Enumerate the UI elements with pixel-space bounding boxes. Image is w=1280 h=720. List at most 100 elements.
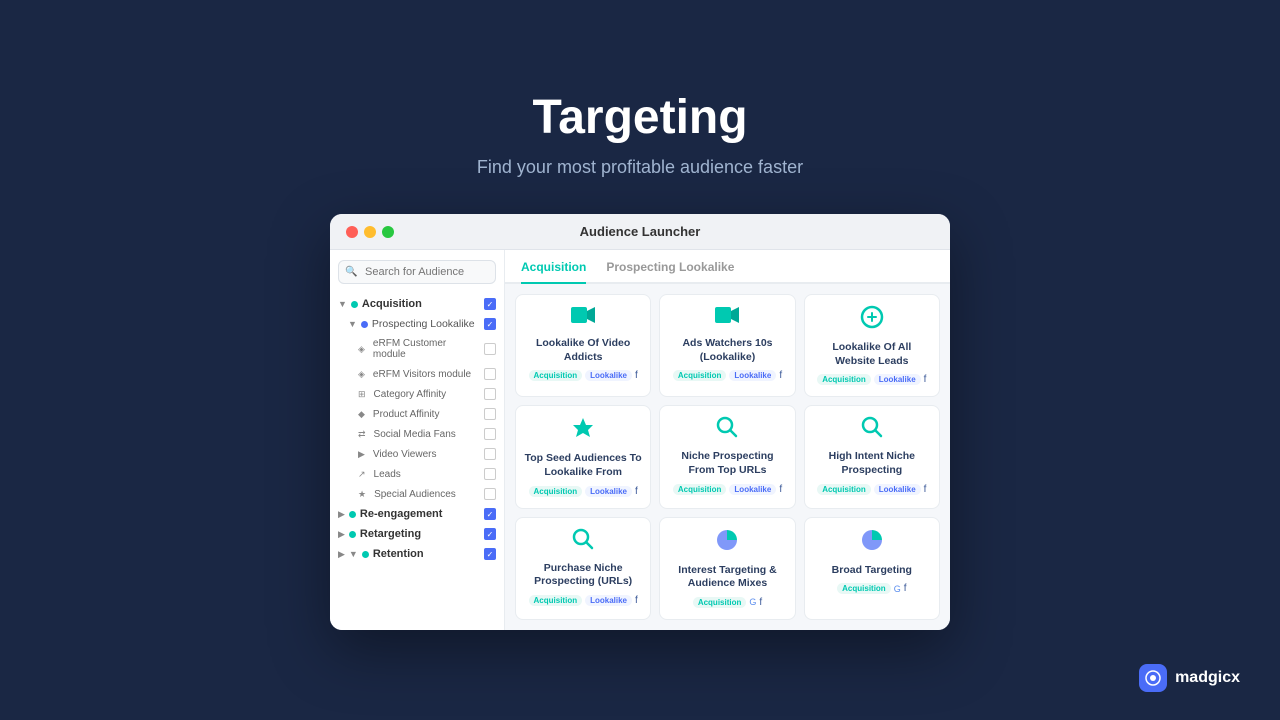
card-lookalike-video[interactable]: Lookalike Of Video Addicts Acquisition L… — [515, 294, 651, 397]
checkbox[interactable]: ✓ — [484, 548, 496, 560]
chevron-down-icon: ▼ — [349, 549, 358, 559]
dot-icon — [349, 511, 356, 518]
card-tags: Acquisition Lookalike f — [529, 595, 638, 606]
card-purchase-niche[interactable]: Purchase Niche Prospecting (URLs) Acquis… — [515, 517, 651, 620]
card-interest-targeting[interactable]: Interest Targeting & Audience Mixes Acqu… — [659, 517, 795, 620]
tab-prospecting-lookalike[interactable]: Prospecting Lookalike — [606, 260, 734, 282]
facebook-icon: f — [904, 583, 907, 594]
tag-acquisition: Acquisition — [673, 370, 727, 381]
card-tags: Acquisition Lookalike f — [529, 486, 638, 497]
search-icon: 🔍 — [345, 267, 357, 278]
category-icon: ⊞ — [358, 389, 366, 400]
cards-grid: Lookalike Of Video Addicts Acquisition L… — [505, 284, 950, 630]
checkbox[interactable] — [484, 468, 496, 480]
tag-lookalike: Lookalike — [585, 595, 632, 606]
maximize-button[interactable] — [382, 226, 394, 238]
madgicx-wordmark: madgicx — [1175, 669, 1240, 687]
card-high-intent[interactable]: High Intent Niche Prospecting Acquisitio… — [804, 405, 940, 508]
card-lookalike-leads[interactable]: Lookalike Of All Website Leads Acquisiti… — [804, 294, 940, 397]
facebook-icon: f — [924, 484, 927, 495]
checkbox[interactable] — [484, 448, 496, 460]
video-icon — [571, 305, 595, 331]
sidebar-item-leads[interactable]: ↗ Leads — [330, 464, 504, 484]
dot-icon — [362, 551, 369, 558]
card-title: Niche Prospecting From Top URLs — [668, 450, 786, 477]
sidebar-label: Video Viewers — [369, 449, 480, 460]
card-title: Broad Targeting — [832, 564, 912, 578]
sidebar-item-erfm-visitors[interactable]: ◈ eRFM Visitors module — [330, 364, 504, 384]
sidebar-label: Retargeting — [360, 528, 480, 540]
sidebar-item-acquisition[interactable]: ▼ Acquisition ✓ — [330, 294, 504, 314]
search-box[interactable]: 🔍 — [338, 260, 496, 284]
leads-icon: ↗ — [358, 469, 366, 480]
sidebar-item-video-viewers[interactable]: ▶ Video Viewers — [330, 444, 504, 464]
card-broad-targeting[interactable]: Broad Targeting Acquisition G f — [804, 517, 940, 620]
checkbox[interactable]: ✓ — [484, 508, 496, 520]
sidebar-item-social-media-fans[interactable]: ⇄ Social Media Fans — [330, 424, 504, 444]
card-tags: Acquisition G f — [693, 597, 762, 608]
sidebar-item-reengagement[interactable]: ▶ Re-engagement ✓ — [330, 504, 504, 524]
main-content: Acquisition Prospecting Lookalike Lookal… — [505, 250, 950, 630]
app-window: Audience Launcher 🔍 ▼ Acquisition ✓ ▼ Pr… — [330, 214, 950, 630]
facebook-icon: f — [924, 374, 927, 385]
close-button[interactable] — [346, 226, 358, 238]
sidebar-item-retargeting[interactable]: ▶ Retargeting ✓ — [330, 524, 504, 544]
checkbox[interactable] — [484, 428, 496, 440]
sidebar-item-special-audiences[interactable]: ★ Special Audiences — [330, 484, 504, 504]
chevron-down-icon: ▼ — [338, 299, 347, 309]
sidebar-item-prospecting-lookalike[interactable]: ▼ Prospecting Lookalike ✓ — [330, 314, 504, 334]
leads-icon — [860, 305, 884, 335]
card-tags: Acquisition Lookalike f — [673, 370, 782, 381]
sidebar-label: Category Affinity — [370, 389, 480, 400]
video-icon: ▶ — [358, 449, 365, 460]
sidebar-label: Product Affinity — [369, 409, 480, 420]
checkbox-prospecting[interactable]: ✓ — [484, 318, 496, 330]
module-icon: ◈ — [358, 369, 365, 380]
card-tags: Acquisition Lookalike f — [817, 484, 926, 495]
tag-acquisition: Acquisition — [817, 374, 871, 385]
sidebar-item-retention[interactable]: ▶ ▼ Retention ✓ — [330, 544, 504, 564]
window-title: Audience Launcher — [580, 224, 701, 239]
checkbox[interactable] — [484, 368, 496, 380]
tab-acquisition[interactable]: Acquisition — [521, 260, 586, 284]
card-niche-urls[interactable]: Niche Prospecting From Top URLs Acquisit… — [659, 405, 795, 508]
tag-lookalike: Lookalike — [585, 370, 632, 381]
card-title: Interest Targeting & Audience Mixes — [668, 564, 786, 591]
sidebar-item-product-affinity[interactable]: ◆ Product Affinity — [330, 404, 504, 424]
tag-lookalike: Lookalike — [729, 484, 776, 495]
minimize-button[interactable] — [364, 226, 376, 238]
checkbox[interactable] — [484, 488, 496, 500]
pie-chart-icon — [715, 528, 739, 558]
search-icon — [861, 416, 883, 444]
checkbox[interactable] — [484, 343, 496, 355]
page-title: Targeting — [532, 90, 747, 145]
sidebar-label: Re-engagement — [360, 508, 480, 520]
sidebar-item-erfm-customer[interactable]: ◈ eRFM Customer module — [330, 334, 504, 364]
search-input[interactable] — [338, 260, 496, 284]
tag-lookalike: Lookalike — [874, 484, 921, 495]
checkbox[interactable] — [484, 388, 496, 400]
star-icon — [571, 416, 595, 446]
tag-lookalike: Lookalike — [585, 486, 632, 497]
madgicx-logo: madgicx — [1139, 664, 1240, 692]
sidebar-label: eRFM Visitors module — [369, 369, 480, 380]
chevron-right-icon: ▶ — [338, 529, 345, 540]
dot-icon — [349, 531, 356, 538]
sidebar: 🔍 ▼ Acquisition ✓ ▼ Prospecting Lookalik… — [330, 250, 505, 630]
chevron-right-icon: ▶ — [338, 509, 345, 520]
card-title: Lookalike Of All Website Leads — [813, 341, 931, 368]
checkbox[interactable]: ✓ — [484, 528, 496, 540]
sidebar-label: Acquisition — [362, 298, 480, 310]
card-ads-watchers[interactable]: Ads Watchers 10s (Lookalike) Acquisition… — [659, 294, 795, 397]
sidebar-item-category-affinity[interactable]: ⊞ Category Affinity — [330, 384, 504, 404]
card-top-seed[interactable]: Top Seed Audiences To Lookalike From Acq… — [515, 405, 651, 508]
tag-acquisition: Acquisition — [529, 370, 583, 381]
checkbox[interactable] — [484, 408, 496, 420]
sidebar-label: Social Media Fans — [370, 429, 480, 440]
checkbox-acquisition[interactable]: ✓ — [484, 298, 496, 310]
pie-chart-icon — [860, 528, 884, 558]
page-subtitle: Find your most profitable audience faste… — [477, 157, 803, 178]
card-title: Purchase Niche Prospecting (URLs) — [524, 562, 642, 589]
tag-acquisition: Acquisition — [529, 486, 583, 497]
search-icon — [572, 528, 594, 556]
